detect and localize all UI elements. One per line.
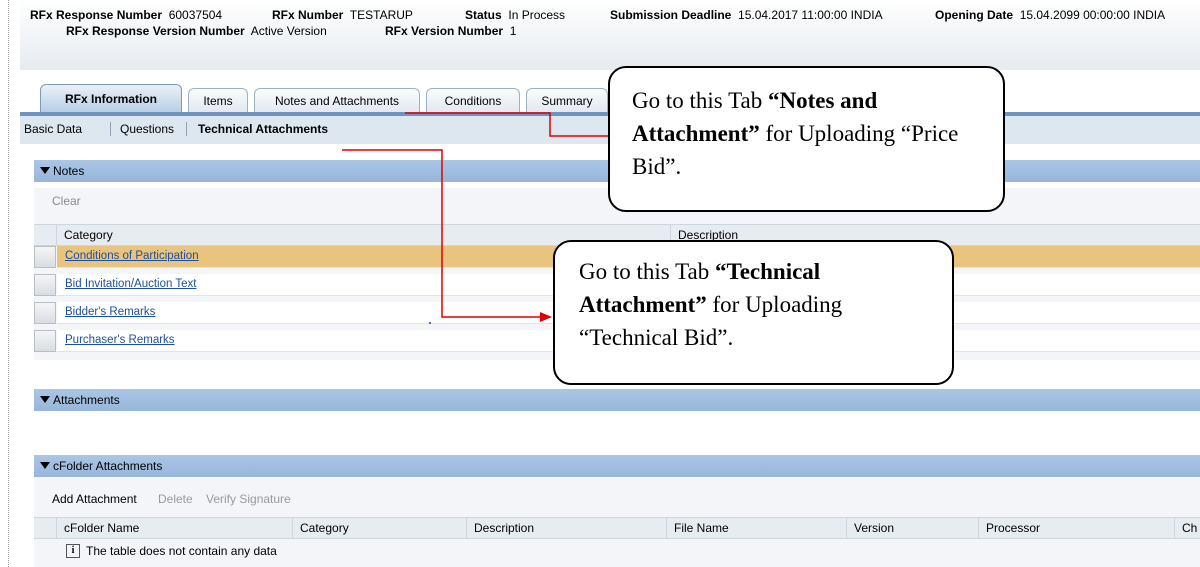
callout-notes-text: Go to this Tab (632, 88, 768, 113)
callout-notes-attachment: Go to this Tab “Notes and Attachment” fo… (608, 66, 1005, 212)
callout-technical-attachment: Go to this Tab “Technical Attachment” fo… (553, 240, 954, 385)
arrow-technical-tab (342, 149, 542, 318)
sap-rfx-response-page: RFx Response Number 60037504 RFx Number … (0, 0, 1200, 567)
arrow-notes-tab (405, 112, 608, 137)
stray-dot (429, 322, 431, 324)
callout-tech-text: Go to this Tab (579, 259, 715, 284)
arrowhead-icon (540, 312, 552, 322)
